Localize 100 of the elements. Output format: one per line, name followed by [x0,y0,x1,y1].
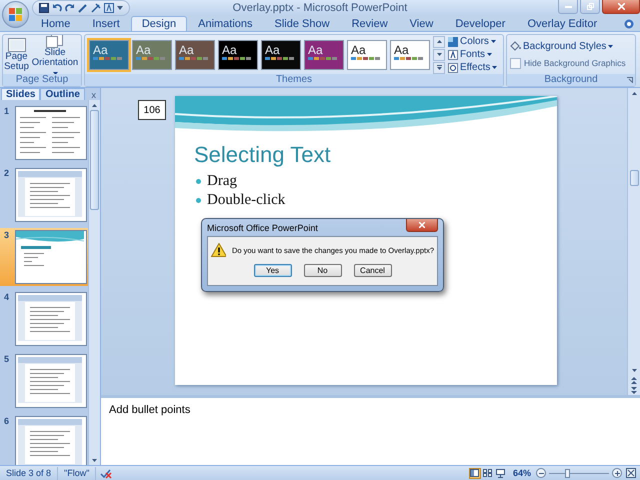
save-icon[interactable] [39,3,49,13]
scrollbar[interactable] [88,100,100,465]
ribbon-tab[interactable]: View [398,16,444,31]
slide-counter: Slide 3 of 8 [0,466,58,480]
restore-icon [586,3,594,10]
page-setup-button[interactable]: Page Setup [4,38,29,72]
scrollbar[interactable] [627,88,640,395]
notes-text[interactable]: Add bullet points [109,404,190,416]
dialog-button[interactable]: Cancel [354,264,392,277]
theme-thumbnail[interactable]: Aa [218,40,258,70]
warning-icon [211,243,226,257]
close-button[interactable] [602,0,640,14]
slide-list-item[interactable]: 3 [0,228,88,286]
slide-number: 3 [4,230,10,240]
slide-thumbnail[interactable] [15,416,87,465]
view-button[interactable] [494,468,507,478]
ribbon-tab[interactable]: Design [130,16,188,31]
checkbox[interactable] [510,58,521,68]
view-button[interactable] [468,468,481,478]
zoom-in-button[interactable] [612,468,622,478]
up-arrow-icon[interactable] [92,104,97,106]
theme-thumbnail[interactable]: Aa [89,40,129,70]
office-button[interactable] [2,1,29,28]
slide-thumbnail[interactable] [15,168,87,222]
down-arrow-icon[interactable] [92,458,97,462]
view-button[interactable] [482,468,494,478]
letter-icon [448,50,458,60]
minus-icon [538,472,544,474]
undo-icon[interactable] [52,3,62,13]
background-styles-button[interactable]: Background Styles [510,40,614,52]
theme-thumbnail[interactable]: Aa [175,40,215,70]
hide-background-graphics-checkbox[interactable]: Hide Background Graphics [510,58,626,68]
scroll-up-button[interactable] [433,36,445,48]
bullet-text: Double-click [207,191,286,210]
ribbon-tab[interactable]: Review [340,16,399,31]
ribbon-tab[interactable]: Home [30,16,82,31]
slide-list-item[interactable]: 4 [0,290,88,348]
ribbon-tab[interactable]: Overlay Editor [516,16,608,31]
theme-thumbnail[interactable]: Aa [261,40,301,70]
slide-list-item[interactable]: 6 [0,414,88,465]
text-box-icon[interactable] [104,3,114,13]
ribbon-tab[interactable]: Insert [81,16,131,31]
up-arrow-icon[interactable] [632,92,636,94]
theme-name: "Flow" [58,466,96,480]
spell-check-icon[interactable] [100,468,112,478]
caret-icon[interactable] [117,6,123,10]
ribbon-tab[interactable]: Developer [444,16,516,31]
theme-thumbnail[interactable]: Aa [390,40,430,70]
previous-slide-icon[interactable] [631,376,637,384]
group-label: Background [507,74,635,86]
office-logo-icon [8,8,22,22]
close-pane-button[interactable]: x [92,90,96,100]
close-icon [419,222,425,228]
scroll-thumb[interactable] [630,170,638,186]
theme-thumbnail[interactable]: Aa [304,40,344,70]
zoom-out-button[interactable] [536,468,546,478]
slide-thumbnail[interactable] [15,354,87,408]
slide-list-item[interactable]: 2 [0,166,88,224]
pages-icon [46,35,64,48]
slide-thumbnail[interactable] [15,292,87,346]
close-button[interactable] [406,219,438,232]
theme-thumbnail[interactable]: Aa [347,40,387,70]
scroll-thumb[interactable] [90,110,99,210]
panel-tab[interactable]: Slides [1,88,40,100]
caret-icon [490,40,496,43]
group-label: Themes [85,74,503,86]
redo-icon[interactable] [65,3,75,13]
theme-option-button[interactable]: Fonts [448,49,498,60]
slide-thumbnail[interactable] [15,106,87,160]
scroll-down-button[interactable] [433,48,445,60]
bullet-icon [196,198,201,203]
slide-thumbnail[interactable] [15,230,87,284]
slider-thumb[interactable] [565,468,570,478]
slide-number: 4 [4,292,10,302]
ribbon-tab[interactable]: Animations [187,16,264,31]
caret-icon [608,44,614,48]
theme-option-button[interactable]: Colors [448,36,498,47]
color-blocks-icon [448,36,458,46]
dialog-launcher-icon[interactable] [627,77,633,83]
panel-tab[interactable]: Outline [40,88,85,100]
down-arrow-icon [436,53,442,56]
ribbon-tab[interactable]: Slide Show [264,16,341,31]
theme-thumbnail[interactable]: Aa [132,40,172,70]
next-slide-icon[interactable] [631,386,637,394]
grid-icon [483,469,492,477]
slide-number: 6 [4,416,10,426]
projector-screen-icon [496,468,506,478]
caret-icon [487,53,492,56]
circle-icon [448,62,458,72]
help-icon[interactable] [624,18,634,28]
theme-option-button[interactable]: Effects [448,62,498,73]
dialog-button[interactable]: No [304,264,342,277]
down-arrow-icon[interactable] [632,368,636,372]
zoom-level[interactable]: 64% [512,468,531,478]
slide-list-item[interactable]: 1 [0,104,88,162]
close-icon [618,3,624,10]
dialog-button[interactable]: Yes [254,264,292,277]
fit-to-window-icon[interactable] [626,468,636,478]
slide-list-item[interactable]: 5 [0,352,88,410]
more-button[interactable] [433,62,445,74]
